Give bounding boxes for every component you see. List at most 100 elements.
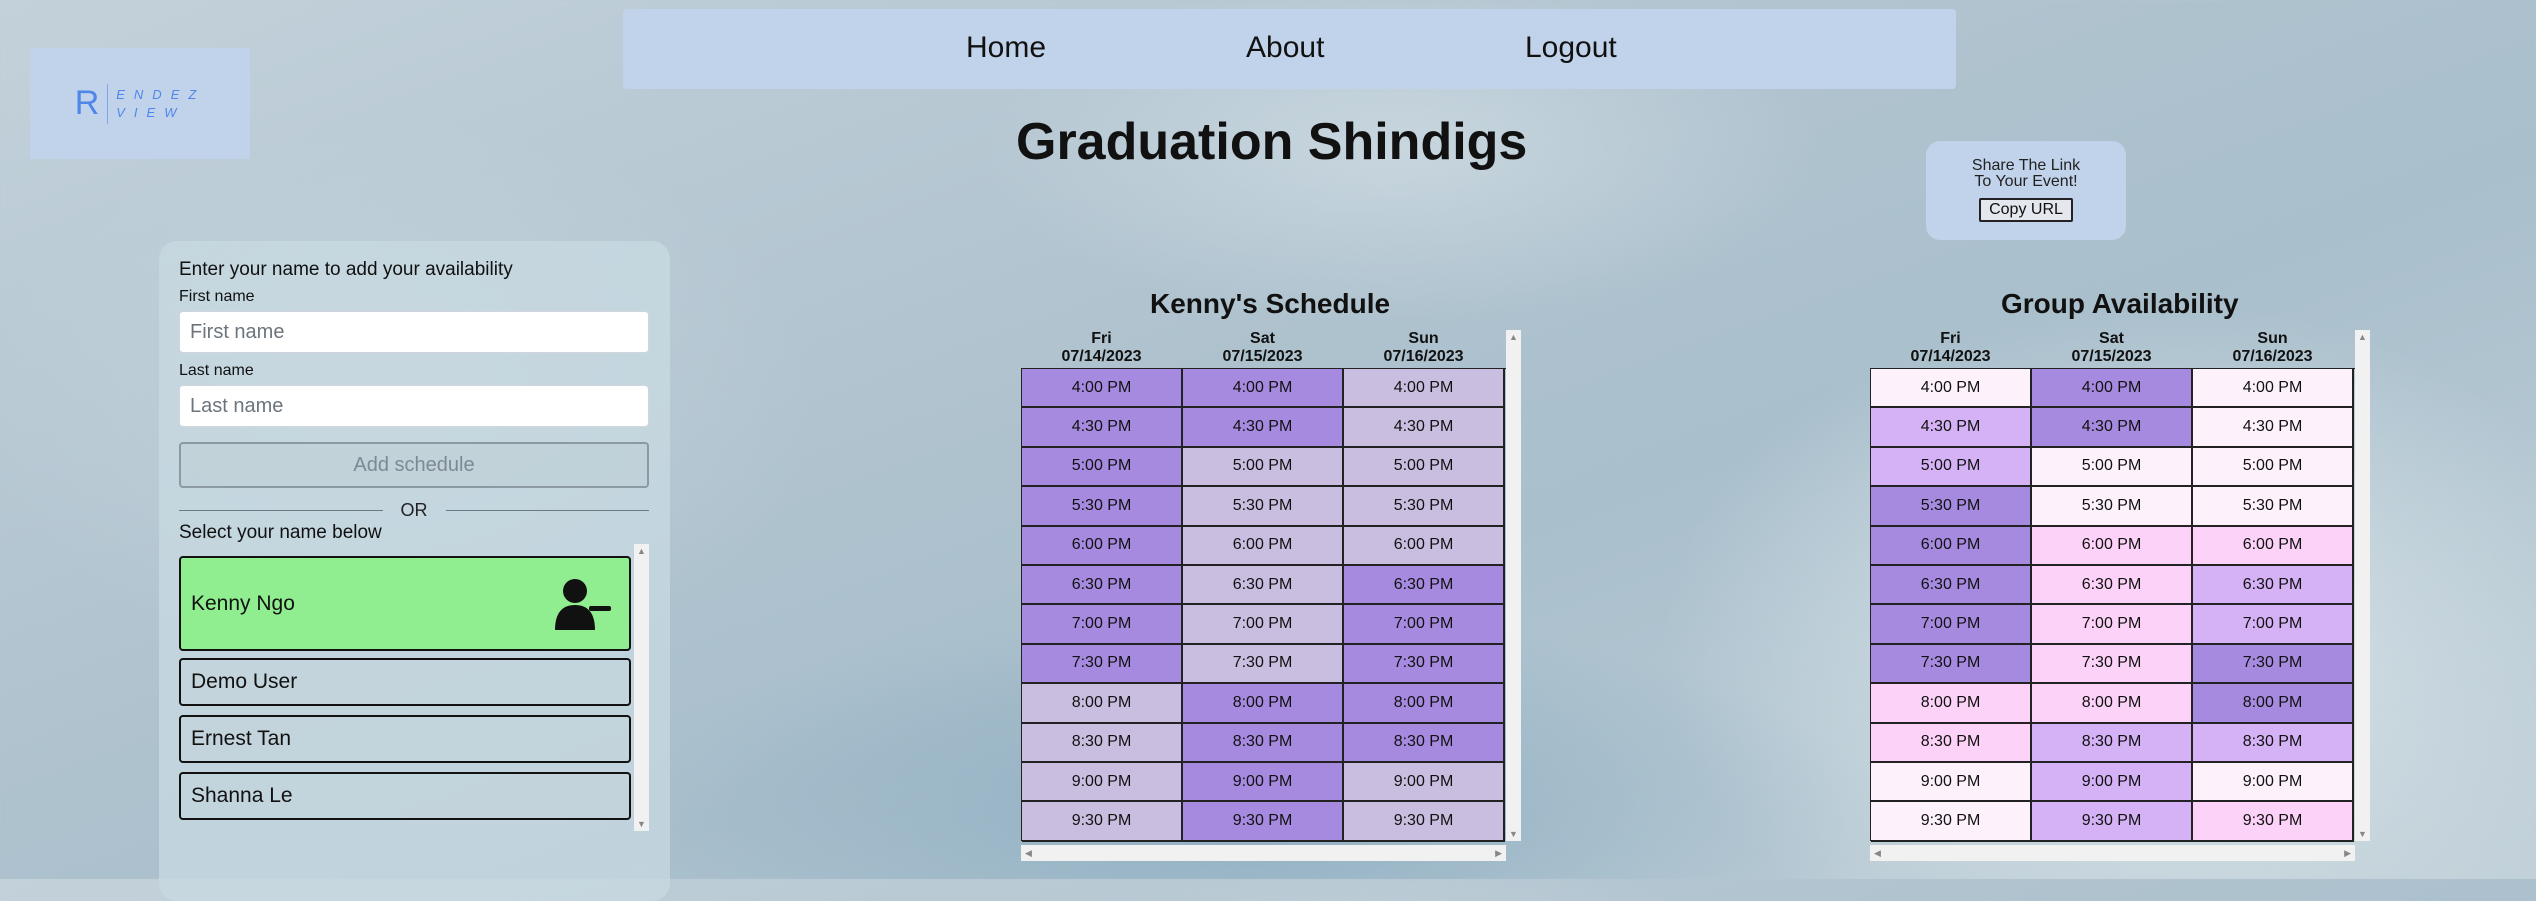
time-slot-cell[interactable]: 8:00 PM	[1022, 684, 1183, 724]
time-slot-cell[interactable]: 5:00 PM	[1022, 447, 1183, 488]
time-slot-cell[interactable]: 6:30 PM	[1022, 565, 1183, 606]
remove-person-icon[interactable]	[555, 578, 613, 630]
scroll-left-arrow-icon[interactable]: ◀	[1874, 848, 1881, 859]
share-text-line-2: To Your Event!	[1974, 173, 2078, 190]
first-name-label: First name	[179, 288, 255, 305]
time-slot-cell[interactable]: 9:30 PM	[1022, 802, 1183, 842]
day-date: 07/14/2023	[1910, 348, 1991, 365]
time-slot-cell: 4:00 PM	[2193, 369, 2354, 409]
scroll-down-arrow-icon[interactable]: ▼	[2358, 827, 2367, 841]
nav-about-link[interactable]: About	[1246, 31, 1324, 65]
form-prompt: Enter your name to add your availability	[179, 259, 513, 280]
personal-schedule-grid: Fri 07/14/2023 Sat 07/15/2023 Sun 07/16/2023 …	[1021, 330, 1521, 861]
time-slot-cell: 5:00 PM	[2032, 447, 2193, 488]
time-slot-cell[interactable]: 8:30 PM	[1183, 723, 1344, 763]
or-divider: OR	[179, 498, 649, 522]
logo[interactable]: R ENDEZ VIEW	[30, 48, 250, 159]
time-slot-cell: 4:30 PM	[2193, 408, 2354, 448]
time-slot-cell[interactable]: 8:30 PM	[1022, 723, 1183, 763]
availability-form-panel: Enter your name to add your availability…	[159, 241, 670, 901]
time-slot-cell[interactable]: 6:00 PM	[1183, 526, 1344, 566]
day-name: Sat	[2099, 330, 2124, 347]
scroll-up-arrow-icon[interactable]: ▲	[637, 544, 646, 558]
scroll-left-arrow-icon[interactable]: ◀	[1025, 848, 1032, 859]
time-slot-cell: 8:00 PM	[1871, 684, 2032, 724]
scroll-down-arrow-icon[interactable]: ▼	[1509, 827, 1518, 841]
time-slot-cell[interactable]: 5:30 PM	[1183, 487, 1344, 527]
user-list[interactable]: Kenny Ngo Demo User Ernest Tan Shanna Le…	[179, 544, 649, 831]
time-slot-cell[interactable]: 7:30 PM	[1183, 644, 1344, 685]
time-slot-cell[interactable]: 8:00 PM	[1183, 684, 1344, 724]
time-slot-cell[interactable]: 4:00 PM	[1344, 369, 1505, 409]
user-card-ernest-tan[interactable]: Ernest Tan	[179, 715, 631, 763]
time-slot-cell: 6:30 PM	[2032, 565, 2193, 606]
scroll-down-arrow-icon[interactable]: ▼	[637, 817, 646, 831]
time-slot-cell[interactable]: 4:00 PM	[1183, 369, 1344, 409]
time-slot-cell[interactable]: 9:00 PM	[1183, 762, 1344, 803]
time-slot-cell[interactable]: 7:30 PM	[1344, 644, 1505, 685]
time-slot-cell[interactable]: 9:30 PM	[1183, 802, 1344, 842]
first-name-input[interactable]	[179, 311, 649, 353]
last-name-input[interactable]	[179, 385, 649, 427]
scroll-up-arrow-icon[interactable]: ▲	[1509, 330, 1518, 344]
group-availability-grid: Fri 07/14/2023 Sat 07/15/2023 Sun 07/16/2023 …	[1870, 330, 2370, 861]
time-slot-cell: 7:00 PM	[2032, 605, 2193, 645]
add-schedule-button[interactable]: Add schedule	[179, 442, 649, 488]
copy-url-button[interactable]: Copy URL	[1979, 198, 2073, 222]
day-header-sun: Sun 07/16/2023	[2192, 330, 2353, 368]
day-name: Sat	[1250, 330, 1275, 347]
user-card-shanna-le[interactable]: Shanna Le	[179, 772, 631, 820]
time-slot-cell: 9:30 PM	[2032, 802, 2193, 842]
personal-grid-vscroll[interactable]: ▲ ▼	[1506, 330, 1521, 841]
time-slot-cell[interactable]: 7:30 PM	[1022, 644, 1183, 685]
personal-grid-hscroll[interactable]: ◀ ▶	[1021, 845, 1506, 861]
time-slot-cell[interactable]: 6:30 PM	[1344, 565, 1505, 606]
time-slot-cell: 8:30 PM	[2032, 723, 2193, 763]
scroll-up-arrow-icon[interactable]: ▲	[2358, 330, 2367, 344]
time-slot-cell: 5:00 PM	[1871, 447, 2032, 488]
time-slot-cell: 6:00 PM	[2032, 526, 2193, 566]
time-slot-cell: 9:00 PM	[2193, 762, 2354, 803]
scroll-right-arrow-icon[interactable]: ▶	[2344, 848, 2351, 859]
time-slot-cell[interactable]: 4:30 PM	[1022, 408, 1183, 448]
scroll-right-arrow-icon[interactable]: ▶	[1495, 848, 1502, 859]
time-slot-cell[interactable]: 6:30 PM	[1183, 565, 1344, 606]
time-slot-cell[interactable]: 7:00 PM	[1344, 605, 1505, 645]
time-slot-cell: 5:30 PM	[2032, 487, 2193, 527]
day-header-fri: Fri 07/14/2023	[1870, 330, 2031, 368]
group-grid-vscroll[interactable]: ▲ ▼	[2355, 330, 2370, 841]
time-slot-cell[interactable]: 5:30 PM	[1022, 487, 1183, 527]
time-slot-cell: 6:00 PM	[2193, 526, 2354, 566]
time-slot-cell[interactable]: 7:00 PM	[1022, 605, 1183, 645]
time-slot-cell[interactable]: 8:30 PM	[1344, 723, 1505, 763]
time-slot-cell[interactable]: 5:30 PM	[1344, 487, 1505, 527]
group-availability-header: Fri 07/14/2023 Sat 07/15/2023 Sun 07/16/2023	[1870, 330, 2355, 368]
time-slot-cell[interactable]: 4:30 PM	[1183, 408, 1344, 448]
time-slot-cell[interactable]: 9:00 PM	[1022, 762, 1183, 803]
group-grid-hscroll[interactable]: ◀ ▶	[1870, 845, 2355, 861]
nav-home-link[interactable]: Home	[966, 31, 1046, 65]
user-list-scrollbar[interactable]: ▲ ▼	[634, 544, 649, 831]
time-slot-cell[interactable]: 5:00 PM	[1344, 447, 1505, 488]
user-name: Demo User	[191, 670, 298, 693]
user-card-kenny-ngo[interactable]: Kenny Ngo	[179, 556, 631, 651]
time-slot-cell[interactable]: 5:00 PM	[1183, 447, 1344, 488]
or-line-right	[445, 509, 649, 511]
nav-logout-link[interactable]: Logout	[1525, 31, 1617, 65]
time-slot-cell[interactable]: 4:30 PM	[1344, 408, 1505, 448]
time-slot-cell: 7:00 PM	[1871, 605, 2032, 645]
time-slot-cell[interactable]: 7:00 PM	[1183, 605, 1344, 645]
time-slot-cell[interactable]: 6:00 PM	[1022, 526, 1183, 566]
time-slot-cell: 8:30 PM	[1871, 723, 2032, 763]
personal-schedule-header: Fri 07/14/2023 Sat 07/15/2023 Sun 07/16/2023	[1021, 330, 1506, 368]
time-slot-cell[interactable]: 4:00 PM	[1022, 369, 1183, 409]
time-slot-cell[interactable]: 6:00 PM	[1344, 526, 1505, 566]
time-slot-cell[interactable]: 9:00 PM	[1344, 762, 1505, 803]
time-slot-cell[interactable]: 8:00 PM	[1344, 684, 1505, 724]
day-date: 07/15/2023	[1222, 348, 1303, 365]
day-date: 07/16/2023	[1383, 348, 1464, 365]
user-name: Shanna Le	[191, 784, 293, 807]
time-slot-cell[interactable]: 9:30 PM	[1344, 802, 1505, 842]
last-name-label: Last name	[179, 362, 254, 379]
user-card-demo-user[interactable]: Demo User	[179, 658, 631, 706]
